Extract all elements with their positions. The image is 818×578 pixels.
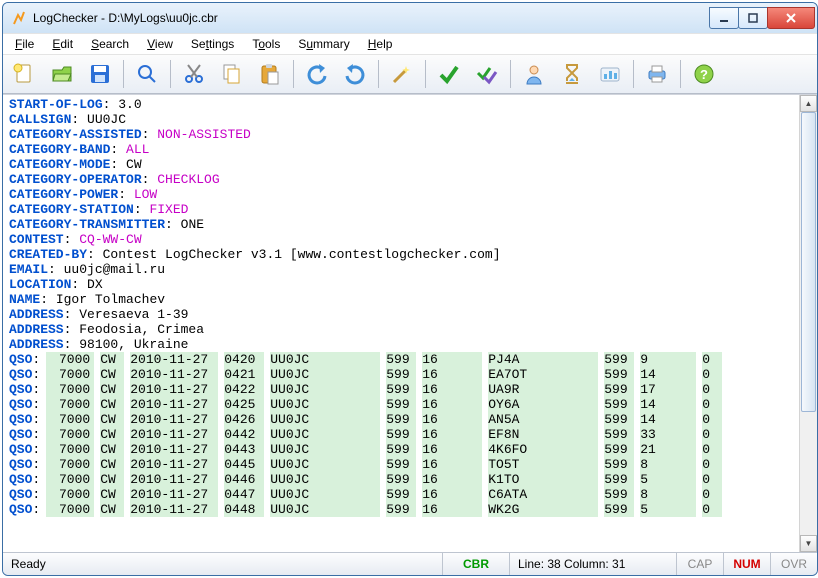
copy-button[interactable] — [215, 57, 249, 91]
menu-tools[interactable]: Tools — [244, 36, 288, 52]
minimize-button[interactable] — [709, 7, 739, 29]
qso-row[interactable]: QSO: 7000 CW 2010-11-27 0421 UU0JC 599 1… — [9, 367, 799, 382]
scroll-thumb[interactable] — [801, 112, 816, 412]
app-icon — [11, 10, 27, 26]
toolbar-separator — [425, 60, 426, 88]
menu-summary[interactable]: Summary — [290, 36, 357, 52]
window-title: LogChecker - D:\MyLogs\uu0jc.cbr — [33, 11, 710, 25]
qso-row[interactable]: QSO: 7000 CW 2010-11-27 0426 UU0JC 599 1… — [9, 412, 799, 427]
qso-row[interactable]: QSO: 7000 CW 2010-11-27 0422 UU0JC 599 1… — [9, 382, 799, 397]
undo-button[interactable] — [300, 57, 334, 91]
toolbar-separator — [510, 60, 511, 88]
qso-row[interactable]: QSO: 7000 CW 2010-11-27 0446 UU0JC 599 1… — [9, 472, 799, 487]
help-button[interactable]: ? — [687, 57, 721, 91]
status-num: NUM — [724, 553, 771, 575]
cut-button[interactable] — [177, 57, 211, 91]
menu-edit[interactable]: Edit — [44, 36, 81, 52]
toolbar-separator — [633, 60, 634, 88]
menu-view[interactable]: View — [139, 36, 181, 52]
scroll-down-arrow[interactable]: ▼ — [800, 535, 817, 552]
maximize-button[interactable] — [738, 7, 768, 29]
qso-row[interactable]: QSO: 7000 CW 2010-11-27 0425 UU0JC 599 1… — [9, 397, 799, 412]
print-button[interactable] — [640, 57, 674, 91]
text-editor[interactable]: START-OF-LOG: 3.0CALLSIGN: UU0JCCATEGORY… — [3, 95, 799, 552]
open-button[interactable] — [45, 57, 79, 91]
svg-text:?: ? — [700, 67, 708, 82]
status-position: Line: 38 Column: 31 — [510, 553, 677, 575]
qso-row[interactable]: QSO: 7000 CW 2010-11-27 0445 UU0JC 599 1… — [9, 457, 799, 472]
toolbar-separator — [378, 60, 379, 88]
close-button[interactable] — [767, 7, 815, 29]
menu-search[interactable]: Search — [83, 36, 137, 52]
window-controls — [710, 7, 815, 29]
menubar: File Edit Search View Settings Tools Sum… — [3, 33, 817, 55]
toolbar-separator — [293, 60, 294, 88]
toolbar-separator — [123, 60, 124, 88]
qso-row[interactable]: QSO: 7000 CW 2010-11-27 0442 UU0JC 599 1… — [9, 427, 799, 442]
batch-check-button[interactable] — [470, 57, 504, 91]
redo-button[interactable] — [338, 57, 372, 91]
status-filetype: CBR — [443, 553, 510, 575]
qso-row[interactable]: QSO: 7000 CW 2010-11-27 0447 UU0JC 599 1… — [9, 487, 799, 502]
menu-settings[interactable]: Settings — [183, 36, 242, 52]
app-window: LogChecker - D:\MyLogs\uu0jc.cbr File Ed… — [2, 2, 818, 576]
toolbar-separator — [680, 60, 681, 88]
paste-button[interactable] — [253, 57, 287, 91]
wizard-button[interactable] — [385, 57, 419, 91]
stats-button[interactable] — [593, 57, 627, 91]
vertical-scrollbar[interactable]: ▲ ▼ — [799, 95, 817, 552]
qso-row[interactable]: QSO: 7000 CW 2010-11-27 0448 UU0JC 599 1… — [9, 502, 799, 517]
operator-button[interactable] — [517, 57, 551, 91]
scroll-up-arrow[interactable]: ▲ — [800, 95, 817, 112]
titlebar: LogChecker - D:\MyLogs\uu0jc.cbr — [3, 3, 817, 33]
menu-file[interactable]: File — [7, 36, 42, 52]
check-button[interactable] — [432, 57, 466, 91]
statusbar: Ready CBR Line: 38 Column: 31 CAP NUM OV… — [3, 552, 817, 575]
timer-button[interactable] — [555, 57, 589, 91]
find-button[interactable] — [130, 57, 164, 91]
editor-area: START-OF-LOG: 3.0CALLSIGN: UU0JCCATEGORY… — [3, 94, 817, 552]
toolbar: ? — [3, 55, 817, 94]
qso-row[interactable]: QSO: 7000 CW 2010-11-27 0443 UU0JC 599 1… — [9, 442, 799, 457]
toolbar-separator — [170, 60, 171, 88]
menu-help[interactable]: Help — [360, 36, 401, 52]
qso-row[interactable]: QSO: 7000 CW 2010-11-27 0420 UU0JC 599 1… — [9, 352, 799, 367]
status-ready: Ready — [3, 553, 443, 575]
save-button[interactable] — [83, 57, 117, 91]
new-button[interactable] — [7, 57, 41, 91]
status-cap: CAP — [677, 553, 724, 575]
status-ovr: OVR — [771, 553, 817, 575]
